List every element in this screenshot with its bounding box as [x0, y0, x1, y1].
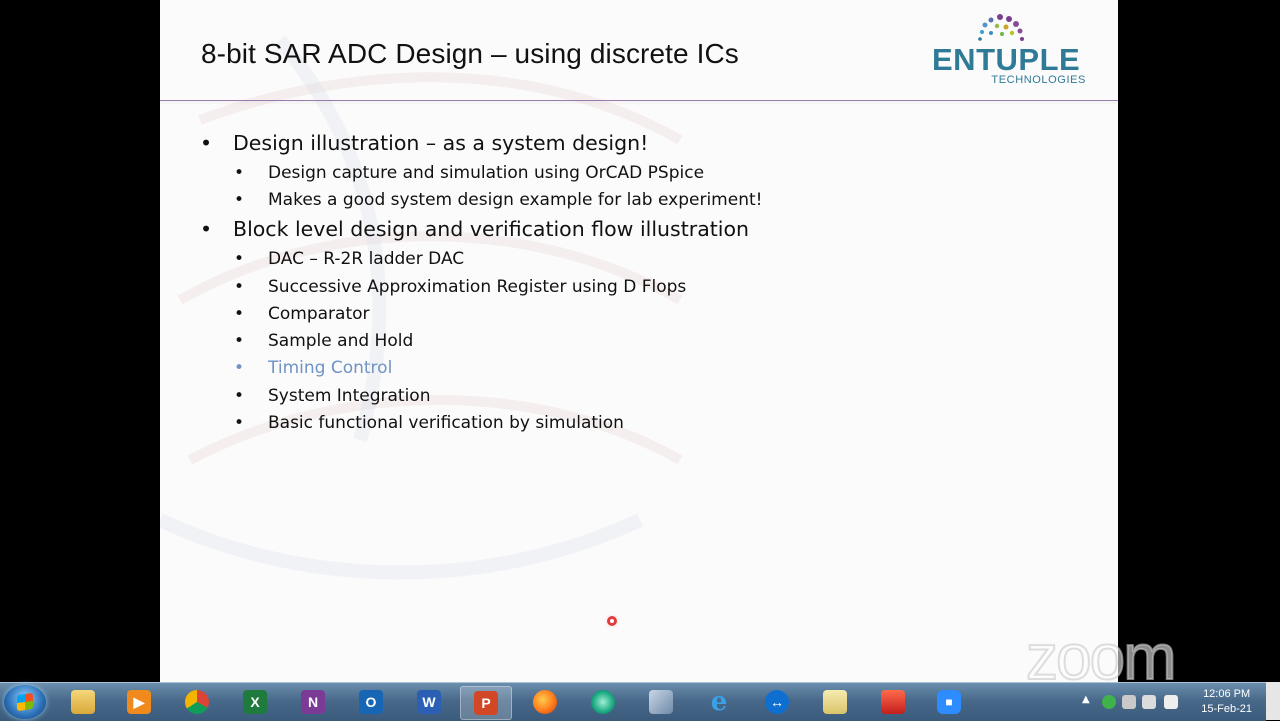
onenote-icon: N — [301, 690, 325, 714]
taskbar-app-file-explorer[interactable] — [58, 686, 108, 718]
title-divider — [160, 100, 1118, 101]
word-icon: W — [417, 690, 441, 714]
volume-icon[interactable] — [1142, 695, 1156, 709]
system-tray: ▲ 12:06 PM 15-Feb-21 — [1078, 683, 1266, 721]
taskbar-app-folder[interactable] — [810, 686, 860, 718]
excel-icon: X — [243, 690, 267, 714]
firefox-icon — [533, 690, 557, 714]
green-app-icon — [591, 690, 615, 714]
teamviewer-icon: ↔ — [765, 690, 789, 714]
taskbar-app-red[interactable] — [868, 686, 918, 718]
taskbar-app-excel[interactable]: X — [230, 686, 280, 718]
windows-taskbar: ▶ X N O W P e ↔ ■ ▲ 12:06 PM 15-Feb-21 — [0, 682, 1266, 721]
screen-edge-strip — [1266, 682, 1280, 720]
taskbar-app-green[interactable] — [578, 686, 628, 718]
taskbar-app-internet-explorer[interactable]: e — [694, 686, 744, 718]
laser-pointer-icon — [606, 615, 618, 627]
zoom-icon: ■ — [937, 690, 961, 714]
clock-time: 12:06 PM — [1203, 688, 1251, 700]
network-icon[interactable] — [1122, 695, 1136, 709]
slide-title: 8-bit SAR ADC Design – using discrete IC… — [201, 38, 739, 69]
taskbar-app-powerpoint[interactable]: P — [460, 686, 512, 720]
tray-status-icon[interactable] — [1102, 695, 1116, 709]
system-clock[interactable]: 12:06 PM 15-Feb-21 — [1201, 687, 1252, 717]
outlook-icon: O — [359, 690, 383, 714]
virtualbox-icon — [649, 690, 673, 714]
clock-date: 15-Feb-21 — [1201, 703, 1252, 715]
taskbar-app-zoom[interactable]: ■ — [924, 686, 974, 718]
start-button[interactable] — [4, 685, 46, 719]
internet-explorer-icon: e — [710, 687, 728, 717]
taskbar-app-media-player[interactable]: ▶ — [114, 686, 164, 718]
logo-subtitle: TECHNOLOGIES — [991, 74, 1086, 86]
folder-icon — [71, 690, 95, 714]
entuple-logo: ENTUPLE TECHNOLOGIES — [930, 12, 1090, 92]
show-hidden-icons-icon[interactable]: ▲ — [1082, 694, 1090, 705]
presentation-slide: 8-bit SAR ADC Design – using discrete IC… — [160, 0, 1118, 682]
taskbar-app-word[interactable]: W — [404, 686, 454, 718]
device-icon[interactable] — [1164, 695, 1178, 709]
folder-alt-icon — [823, 690, 847, 714]
taskbar-app-chrome[interactable] — [172, 686, 222, 718]
taskbar-app-firefox[interactable] — [520, 686, 570, 718]
taskbar-app-virtualbox[interactable] — [636, 686, 686, 718]
windows-logo-icon — [17, 692, 33, 712]
logo-wordmark: ENTUPLE — [932, 42, 1081, 77]
taskbar-app-outlook[interactable]: O — [346, 686, 396, 718]
taskbar-app-onenote[interactable]: N — [288, 686, 338, 718]
powerpoint-icon: P — [474, 691, 498, 715]
chrome-icon — [185, 690, 209, 714]
media-player-icon: ▶ — [127, 690, 151, 714]
red-app-icon — [881, 690, 905, 714]
taskbar-app-teamviewer[interactable]: ↔ — [752, 686, 802, 718]
